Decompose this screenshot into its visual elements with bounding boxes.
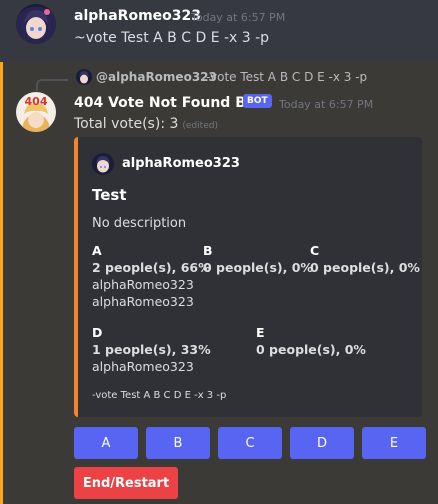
field-voter: alphaRomeo323 (92, 294, 194, 309)
embed-footer: -vote Test A B C D E -x 3 -p (92, 390, 227, 401)
field-name: B (203, 243, 213, 258)
field-name: E (256, 325, 265, 340)
message-timestamp: Today at 6:57 PM (191, 11, 286, 24)
field-value: 1 people(s), 33% alphaRomeo323 (92, 341, 211, 375)
field-name: A (92, 243, 102, 258)
vote-button-b[interactable]: B (146, 427, 210, 459)
vote-field-e: E 0 people(s), 0% (256, 324, 366, 358)
message-author[interactable]: alphaRomeo323 (74, 8, 201, 24)
embed-author-avatar (92, 153, 114, 175)
embed-description: No description (92, 216, 187, 231)
user-avatar[interactable] (16, 4, 56, 44)
bot-avatar[interactable]: 404 (16, 92, 56, 132)
vote-field-c: C 0 people(s), 0% (310, 242, 420, 276)
field-summary: 0 people(s), 0% (203, 260, 313, 275)
vote-button-c[interactable]: C (218, 427, 282, 459)
field-name: D (92, 325, 103, 340)
bot-avatar-text: 404 (25, 95, 48, 108)
vote-button-d[interactable]: D (290, 427, 354, 459)
vote-button-e[interactable]: E (362, 427, 426, 459)
embed-author-name[interactable]: alphaRomeo323 (122, 156, 240, 171)
vote-embed: alphaRomeo323 Test No description A 2 pe… (74, 137, 422, 417)
vote-field-a: A 2 people(s), 66% alphaRomeo323 alphaRo… (92, 242, 211, 310)
bot-badge: BOT (243, 94, 272, 108)
message-content: ~vote Test A B C D E -x 3 -p (74, 30, 270, 46)
mention-indicator-bar (0, 62, 3, 504)
vote-button-a[interactable]: A (74, 427, 138, 459)
field-summary: 0 people(s), 0% (256, 342, 366, 357)
field-summary: 1 people(s), 33% (92, 342, 211, 357)
total-votes-text: Total vote(s): 3 (74, 116, 179, 132)
vote-field-d: D 1 people(s), 33% alphaRomeo323 (92, 324, 211, 375)
field-voter: alphaRomeo323 (92, 277, 194, 292)
field-summary: 2 people(s), 66% (92, 260, 211, 275)
field-voter: alphaRomeo323 (92, 359, 194, 374)
end-restart-button[interactable]: End/Restart (74, 467, 178, 499)
field-value: 0 people(s), 0% (256, 341, 366, 358)
reply-connector (36, 79, 68, 91)
bot-message-content: Total vote(s): 3 (edited) (74, 116, 218, 132)
field-summary: 0 people(s), 0% (310, 260, 420, 275)
reply-avatar[interactable] (76, 69, 92, 85)
field-name: C (310, 243, 320, 258)
bot-timestamp: Today at 6:57 PM (279, 98, 374, 111)
reply-content[interactable]: -vote Test A B C D E -x 3 -p (206, 70, 367, 84)
bot-author[interactable]: 404 Vote Not Found Bot (74, 95, 262, 111)
reply-author[interactable]: @alphaRomeo323 (96, 70, 217, 84)
field-value: 2 people(s), 66% alphaRomeo323 alphaRome… (92, 259, 211, 310)
vote-field-b: B 0 people(s), 0% (203, 242, 313, 276)
field-value: 0 people(s), 0% (203, 259, 313, 276)
field-value: 0 people(s), 0% (310, 259, 420, 276)
embed-title: Test (92, 186, 127, 204)
edited-label: (edited) (182, 121, 218, 131)
